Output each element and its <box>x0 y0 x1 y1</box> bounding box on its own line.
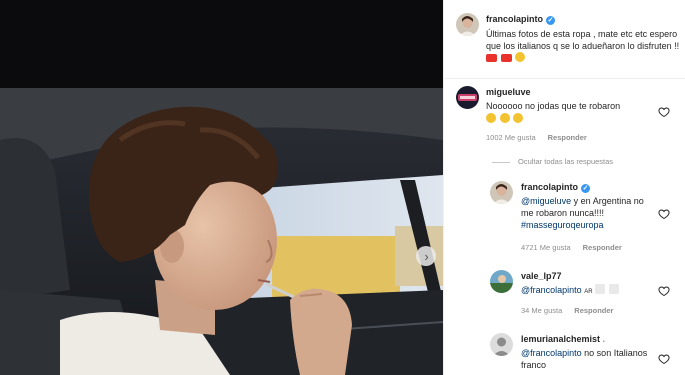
comment-avatar[interactable] <box>456 86 479 109</box>
eyeroll-emoji-icon <box>515 52 526 62</box>
caption-divider <box>444 78 685 79</box>
reply-username[interactable]: vale_lp77 <box>521 271 562 281</box>
like-reply-heart-icon[interactable] <box>658 285 670 297</box>
reply-username-text[interactable]: lemurianalchemist <box>521 334 600 344</box>
separator-dot: . <box>600 334 606 344</box>
tennis-racket-emoji-icon <box>608 284 619 294</box>
reply-text: @francolapinto AR <box>521 284 651 298</box>
reply-body: AR <box>584 289 593 295</box>
comment-likes[interactable]: 1002 Me gusta <box>486 133 536 142</box>
next-photo-button[interactable]: › <box>416 246 436 266</box>
verified-badge-icon: ✓ <box>581 184 591 193</box>
angry-emoji-icon <box>486 54 497 62</box>
reply-text: @migueluve y en Argentina no me robaron … <box>521 195 651 231</box>
tennis-racket-emoji-icon <box>595 284 606 294</box>
caption-body: Últimas fotos de esta ropa , mate etc et… <box>486 29 680 51</box>
comment-meta: 1002 Me gusta Responder <box>486 133 599 142</box>
avatar-image <box>490 333 513 356</box>
verified-badge-icon: ✓ <box>546 16 556 25</box>
comment-text: Noooooo no jodas que te robaron <box>486 100 666 112</box>
angry-emoji-icon <box>500 54 512 62</box>
replies-line <box>492 161 510 163</box>
reply-mention[interactable]: @francolapinto <box>521 348 582 358</box>
reply-likes[interactable]: 34 Me gusta <box>521 306 562 315</box>
avatar-image <box>456 86 479 109</box>
comments-panel: francolapinto ✓ Últimas fotos de esta rop… <box>443 0 685 375</box>
avatar-image <box>490 270 513 293</box>
caption-username[interactable]: francolapinto ✓ <box>486 14 556 25</box>
like-comment-heart-icon[interactable] <box>658 106 670 118</box>
reply-username-text[interactable]: francolapinto <box>521 182 578 192</box>
reply-hashtag[interactable]: #masseguroqeuropa <box>521 220 604 230</box>
avatar-image <box>456 13 479 36</box>
reply-mention[interactable]: @francolapinto <box>521 285 582 295</box>
heart-icon <box>658 286 670 297</box>
crying-emoji-icon <box>513 113 524 123</box>
caption-username-text[interactable]: francolapinto <box>486 14 543 24</box>
reply-meta: 34 Me gusta Responder <box>521 306 625 315</box>
reply-button[interactable]: Responder <box>574 306 613 315</box>
crying-emoji-icon <box>486 113 496 123</box>
reply-avatar[interactable] <box>490 333 513 356</box>
heart-icon <box>658 354 670 365</box>
comment-username[interactable]: migueluve <box>486 87 531 97</box>
heart-icon <box>658 107 670 118</box>
comment-body: Noooooo no jodas que te robaron <box>486 101 621 111</box>
hide-replies-toggle[interactable]: Ocultar todas las respuestas <box>492 157 613 166</box>
like-reply-heart-icon[interactable] <box>658 353 670 365</box>
chevron-right-icon: › <box>424 248 429 264</box>
reply-text: @francolapinto no son Italianos franco <box>521 347 651 371</box>
reply-mention[interactable]: @migueluve <box>521 196 571 206</box>
post-media[interactable]: › <box>0 0 443 375</box>
reply-username[interactable]: lemurianalchemist . <box>521 334 605 344</box>
hide-replies-label[interactable]: Ocultar todas las respuestas <box>518 157 613 166</box>
reply-avatar[interactable] <box>490 181 513 204</box>
reply-username[interactable]: francolapinto ✓ <box>521 182 591 193</box>
reply-button[interactable]: Responder <box>583 243 622 252</box>
crying-emoji-icon <box>499 113 510 123</box>
like-reply-heart-icon[interactable] <box>658 208 670 220</box>
author-avatar[interactable] <box>456 13 479 36</box>
comment-emojis <box>486 113 524 125</box>
reply-meta: 4721 Me gusta Responder <box>521 243 634 252</box>
caption-text: Últimas fotos de esta ropa , mate etc et… <box>486 28 682 64</box>
reply-likes[interactable]: 4721 Me gusta <box>521 243 571 252</box>
avatar-image <box>490 181 513 204</box>
reply-button[interactable]: Responder <box>548 133 587 142</box>
heart-icon <box>658 209 670 220</box>
post-photo <box>0 0 443 375</box>
reply-avatar[interactable] <box>490 270 513 293</box>
